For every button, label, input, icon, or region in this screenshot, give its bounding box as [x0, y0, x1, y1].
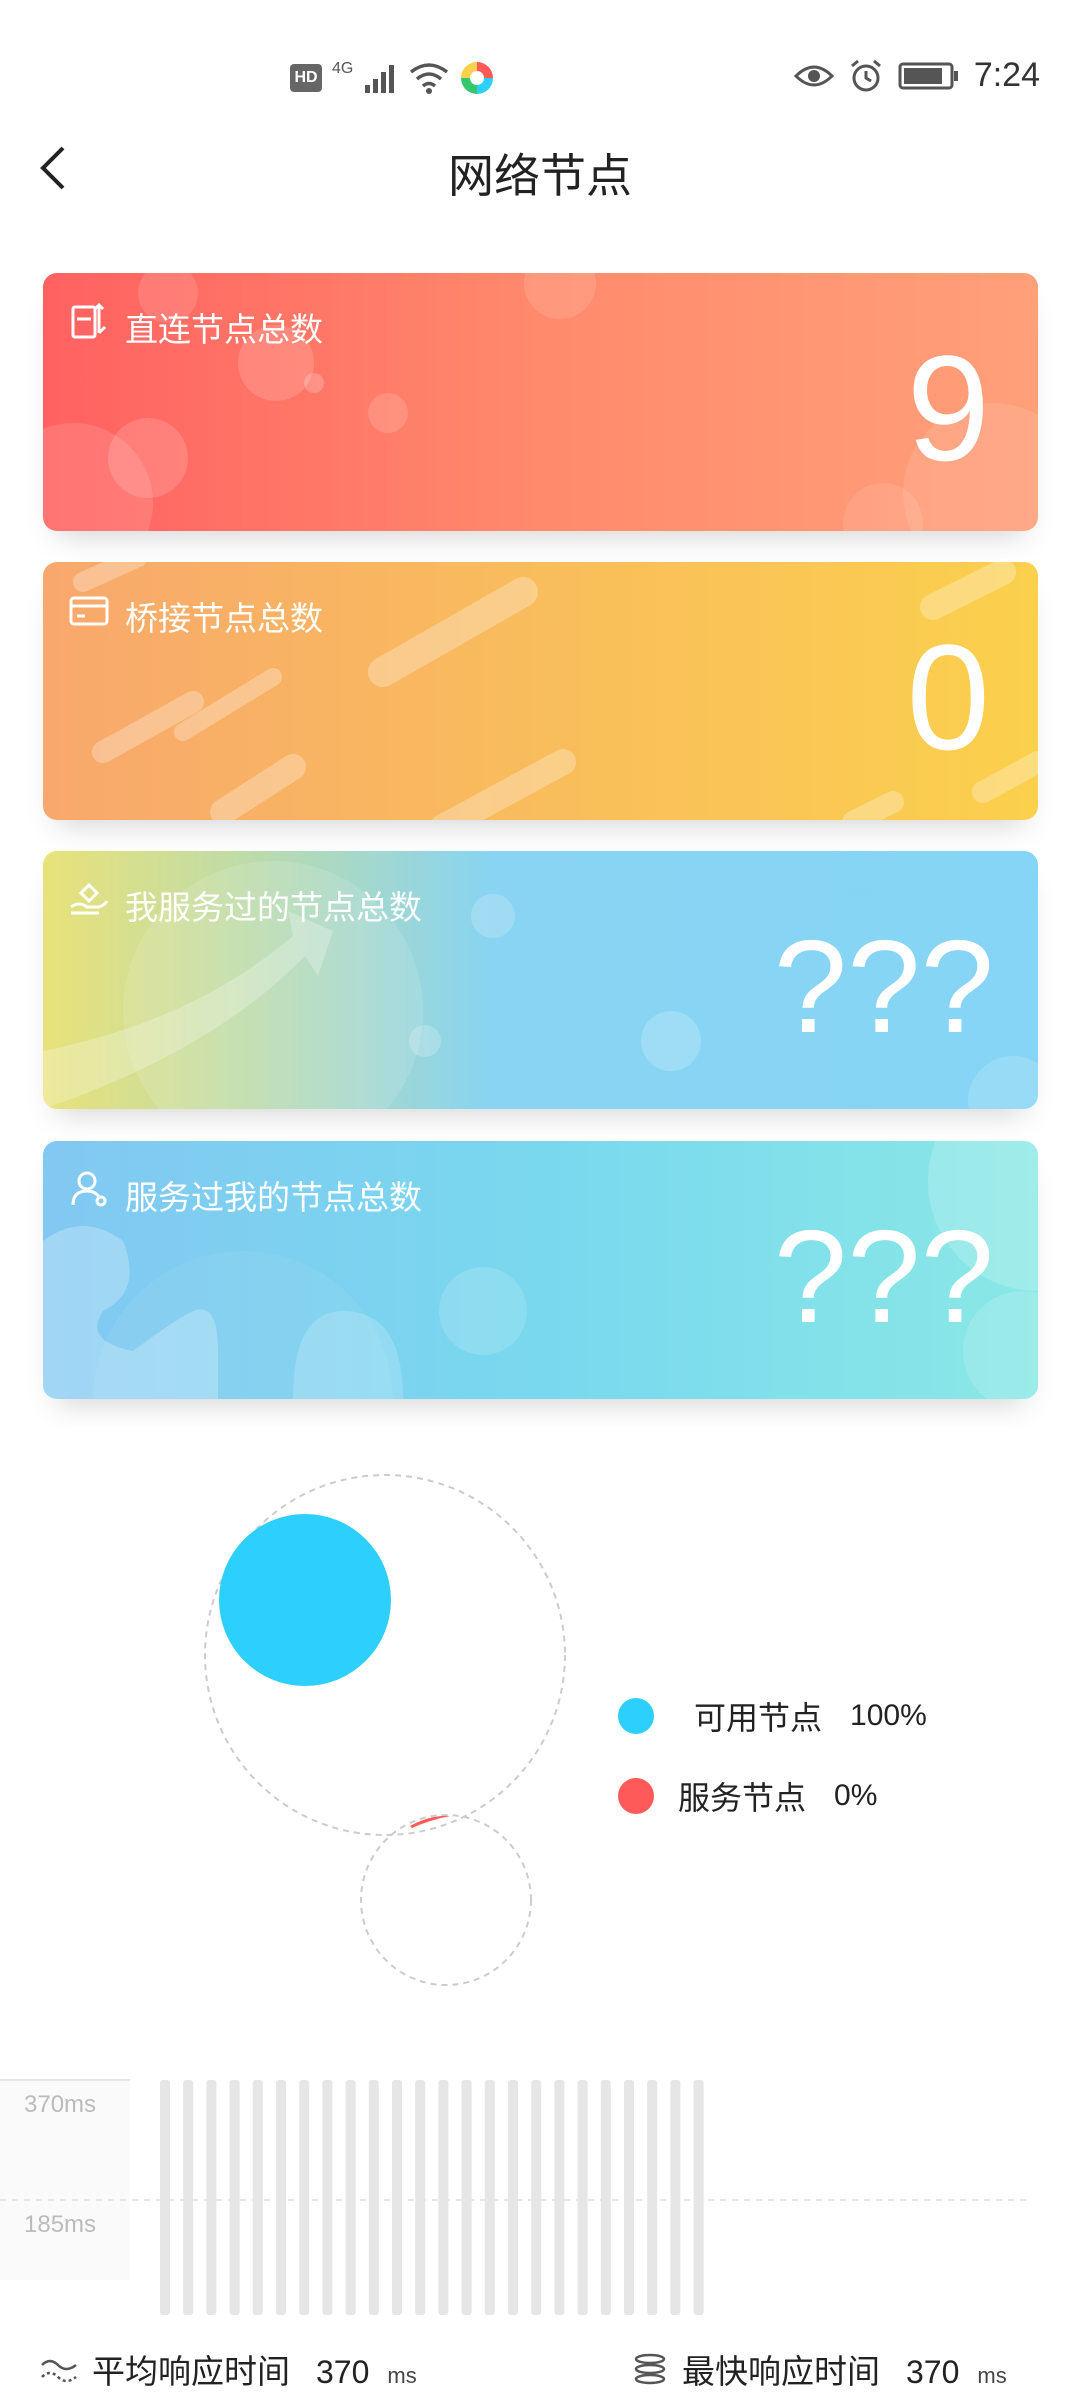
response-bar: [322, 2080, 333, 2315]
response-bar: [508, 2080, 518, 2315]
card-label: 桥接节点总数: [125, 599, 323, 638]
stat-label: 平均响应时间: [92, 2352, 290, 2391]
response-bar: [206, 2080, 217, 2315]
stat-value: 370: [316, 2354, 370, 2390]
layers-icon: [634, 2353, 666, 2385]
stat-value: 370: [906, 2354, 960, 2390]
wave-icon: [41, 2359, 77, 2383]
response-stats: 平均响应时间 370 ms 最快响应时间 370 ms: [0, 2345, 1080, 2400]
stat-unit: ms: [977, 2363, 1007, 2388]
response-bar: [252, 2080, 263, 2315]
response-bar: [345, 2080, 356, 2315]
eye-icon: [793, 65, 834, 86]
service-nodes-outline: [360, 1814, 532, 1986]
card-label: 直连节点总数: [125, 310, 323, 349]
legend-dot: [618, 1698, 654, 1734]
response-bar: [693, 2080, 704, 2315]
response-bar: [461, 2080, 472, 2315]
y-tick-label: 185ms: [24, 2211, 96, 2238]
status-right: 7:24: [793, 56, 1040, 95]
card-label: 服务过我的节点总数: [125, 1178, 422, 1217]
status-bar: HD 4G 7:24: [0, 0, 1080, 150]
alarm-icon: [850, 59, 881, 91]
signal-icon: [365, 65, 395, 93]
legend-item-available: 可用节点 100%: [618, 1676, 927, 1756]
service-nodes-sliver: [410, 1815, 450, 1828]
available-nodes-bubble: [219, 1514, 391, 1686]
legend: 可用节点 100% 服务节点 0%: [618, 1676, 927, 1836]
stat-label: 最快响应时间: [682, 2352, 880, 2391]
fastest-response-stat: 最快响应时间 370 ms: [630, 2345, 1007, 2393]
card-value: 9: [906, 324, 990, 492]
response-bar: [647, 2080, 658, 2315]
response-bar: [392, 2080, 402, 2315]
hd-badge: HD: [290, 64, 322, 92]
status-left: HD 4G: [290, 60, 495, 96]
response-bar: [531, 2080, 542, 2315]
legend-value: 0%: [834, 1779, 878, 1812]
stat-unit: ms: [387, 2363, 417, 2388]
bridge-nodes-card[interactable]: 桥接节点总数 0: [43, 562, 1038, 820]
card-value: ???: [773, 913, 994, 1060]
page-title: 网络节点: [448, 149, 632, 203]
network-nodes-screen: HD 4G 7:24 网络节点 直连节点总数 9 桥接节点总数 0 我服务过的节…: [0, 0, 1080, 2400]
response-bar: [368, 2080, 379, 2315]
legend-value: 100%: [850, 1699, 927, 1732]
direct-nodes-card[interactable]: 直连节点总数 9: [43, 273, 1038, 531]
card-label: 我服务过的节点总数: [125, 888, 422, 927]
response-time-bar-chart: 370ms 185ms: [0, 2079, 1030, 2315]
user-icon: [71, 1171, 107, 1207]
served-me-card[interactable]: 服务过我的节点总数 ???: [43, 1141, 1038, 1399]
response-bar: [670, 2080, 681, 2315]
battery-icon: [898, 62, 958, 89]
response-bar: [438, 2080, 449, 2315]
response-bar: [276, 2080, 286, 2315]
service-hand-icon: [70, 882, 109, 915]
response-bar: [484, 2080, 495, 2315]
wifi-icon: [410, 63, 449, 94]
served-by-me-card[interactable]: 我服务过的节点总数 ???: [43, 851, 1038, 1109]
response-bar: [577, 2080, 588, 2315]
card-value: ???: [773, 1203, 994, 1350]
legend-label: 服务节点: [678, 1779, 807, 1817]
response-bar: [160, 2080, 170, 2315]
response-bar: [624, 2080, 634, 2315]
response-bar: [299, 2080, 310, 2315]
legend-label: 可用节点: [694, 1699, 823, 1737]
bridge-icon: [69, 596, 109, 626]
direct-connect-icon: [71, 302, 107, 339]
card-value: 0: [906, 613, 990, 781]
legend-item-service: 服务节点 0%: [618, 1756, 927, 1836]
app-logo-icon: [461, 62, 494, 94]
response-bar: [600, 2080, 611, 2315]
response-bar: [183, 2080, 194, 2315]
network-type: 4G: [332, 60, 354, 77]
response-bar: [229, 2080, 240, 2315]
legend-dot: [618, 1778, 654, 1814]
bars-group: [160, 2080, 704, 2315]
avg-response-stat: 平均响应时间 370 ms: [40, 2345, 417, 2393]
response-bar: [415, 2080, 426, 2315]
y-tick-label: 370ms: [24, 2091, 96, 2118]
clock: 7:24: [973, 56, 1040, 94]
response-bar: [554, 2080, 565, 2315]
